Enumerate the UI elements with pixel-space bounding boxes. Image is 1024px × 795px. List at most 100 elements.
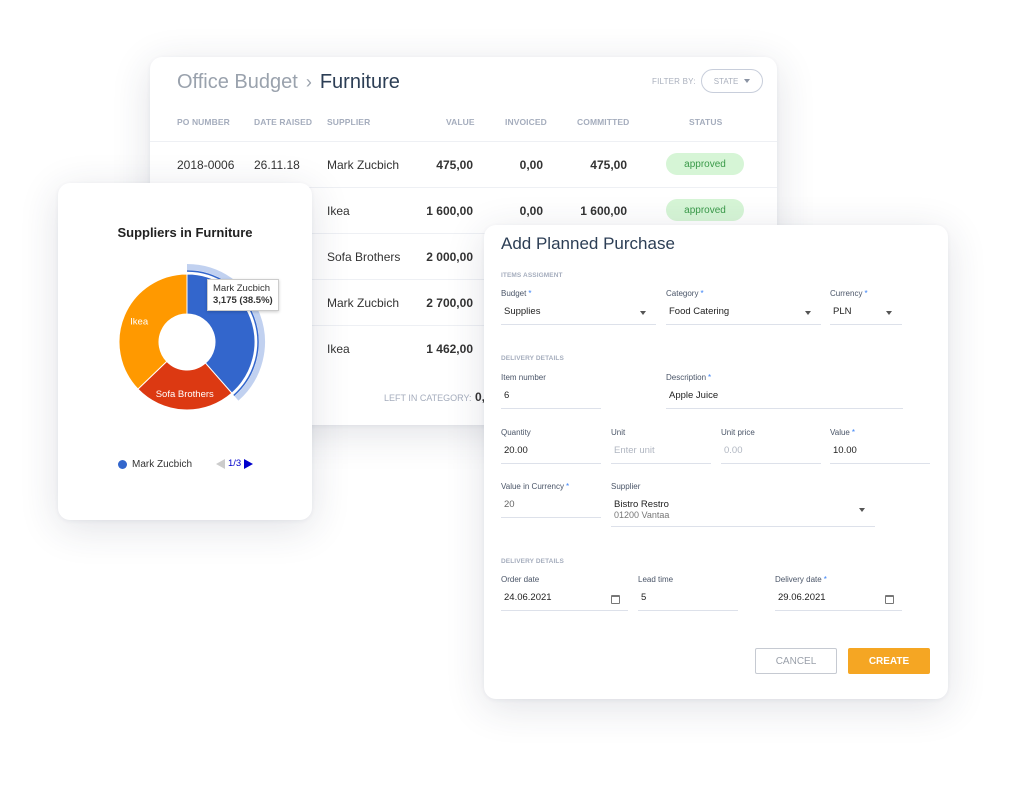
unit-price-placeholder: 0.00 <box>724 445 743 456</box>
supplier-name: Bistro Restro <box>614 499 669 510</box>
status-badge: approved <box>666 153 744 175</box>
suppliers-chart-card: Suppliers in Furniture Sofa Brothers Ikea… <box>58 183 312 520</box>
value-input[interactable]: Value * 10.00 <box>830 428 930 464</box>
calendar-icon[interactable] <box>611 595 620 604</box>
unit-label: Unit <box>611 428 626 437</box>
committed: 475,00 <box>590 158 627 172</box>
supplier-select[interactable]: Supplier Bistro Restro 01200 Vantaa <box>611 482 875 527</box>
delivery-date-label: Delivery date <box>775 575 822 584</box>
column-header-po-number[interactable]: PO NUMBER <box>177 117 230 127</box>
tooltip-value: 3,175 (38.5%) <box>213 295 273 306</box>
column-header-committed[interactable]: COMMITTED <box>577 117 629 127</box>
required-marker: * <box>864 289 868 298</box>
required-marker: * <box>851 428 855 437</box>
category-select[interactable]: Category * Food Catering <box>666 289 821 325</box>
create-button[interactable]: CREATE <box>848 648 930 674</box>
state-filter-value: STATE <box>713 76 739 86</box>
chart-legend[interactable]: Mark Zucbich <box>118 459 192 470</box>
next-page-icon[interactable] <box>244 458 254 469</box>
add-planned-purchase-dialog: Add Planned Purchase ITEMS ASSIGMENT Bud… <box>484 225 948 699</box>
category-value: Food Catering <box>669 306 730 317</box>
currency-select[interactable]: Currency * PLN <box>830 289 902 325</box>
quantity-input[interactable]: Quantity 20.00 <box>501 428 601 464</box>
legend-color-dot <box>118 460 127 469</box>
caret-down-icon <box>859 508 865 512</box>
lead-time-input[interactable]: Lead time 5 <box>638 575 738 611</box>
description-input[interactable]: Description * Apple Juice <box>666 373 903 409</box>
value: 2 000,00 <box>426 250 473 264</box>
supplier-address: 01200 Vantaa <box>614 510 670 520</box>
column-header-date-raised[interactable]: DATE RAISED <box>254 117 312 127</box>
order-date-label: Order date <box>501 575 540 584</box>
caret-down-icon <box>886 311 892 315</box>
column-header-supplier[interactable]: SUPPLIER <box>327 117 370 127</box>
unit-price-label: Unit price <box>721 428 755 437</box>
currency-value: PLN <box>833 306 852 317</box>
invoiced: 0,00 <box>519 204 543 218</box>
unit-input[interactable]: Unit Enter unit <box>611 428 711 464</box>
legend-page-indicator: 1/3 <box>228 458 242 469</box>
delivery-date-input[interactable]: Delivery date * 29.06.2021 <box>775 575 902 611</box>
caret-down-icon <box>640 311 646 315</box>
slice-label-sofa-brothers: Sofa Brothers <box>156 389 214 400</box>
caret-down-icon <box>805 311 811 315</box>
supplier-label: Supplier <box>611 482 641 491</box>
filter-label: FILTER BY: <box>652 77 696 86</box>
required-marker: * <box>708 373 712 382</box>
value: 475,00 <box>436 158 473 172</box>
supplier: Ikea <box>327 342 350 356</box>
previous-page-icon[interactable] <box>216 458 225 469</box>
supplier: Ikea <box>327 204 350 218</box>
invoiced: 0,00 <box>519 158 543 172</box>
order-date-input[interactable]: Order date 24.06.2021 <box>501 575 628 611</box>
cancel-button[interactable]: CANCEL <box>755 648 837 674</box>
quantity-value: 20.00 <box>504 445 528 456</box>
required-marker: * <box>823 575 827 584</box>
value: 1 600,00 <box>426 204 473 218</box>
calendar-icon[interactable] <box>885 595 894 604</box>
budget-select[interactable]: Budget * Supplies <box>501 289 656 325</box>
legend-label: Mark Zucbich <box>132 459 193 470</box>
budget-label: Budget <box>501 289 527 298</box>
required-marker: * <box>566 482 570 491</box>
breadcrumb-current: Furniture <box>319 71 400 93</box>
section-delivery-details: DELIVERY DETAILS <box>501 355 564 362</box>
description-label: Description <box>666 373 707 382</box>
supplier: Mark Zucbich <box>327 296 400 310</box>
section-items-assignment: ITEMS ASSIGMENT <box>501 272 563 279</box>
caret-down-icon <box>744 79 751 83</box>
lead-time-value: 5 <box>641 592 647 603</box>
required-marker: * <box>528 289 532 298</box>
donut-chart: Sofa Brothers Ikea <box>118 264 265 411</box>
slice-label-ikea: Ikea <box>130 317 149 328</box>
supplier: Sofa Brothers <box>327 250 401 264</box>
state-filter-select[interactable]: STATE <box>701 69 763 93</box>
breadcrumb-parent[interactable]: Office Budget <box>177 71 298 94</box>
value: 2 700,00 <box>426 296 473 310</box>
value: 1 462,00 <box>426 342 473 356</box>
column-header-invoiced[interactable]: INVOICED <box>505 117 547 127</box>
dialog-title: Add Planned Purchase <box>501 234 675 253</box>
currency-label: Currency <box>830 289 863 298</box>
committed: 1 600,00 <box>580 204 627 218</box>
required-marker: * <box>700 289 704 298</box>
column-header-status[interactable]: STATUS <box>689 117 722 127</box>
delivery-date-value: 29.06.2021 <box>778 592 826 603</box>
item-number-input[interactable]: Item number 6 <box>501 373 601 409</box>
value-in-currency-value: 20 <box>504 499 515 510</box>
description-value: Apple Juice <box>669 390 719 401</box>
unit-price-input[interactable]: Unit price 0.00 <box>721 428 821 464</box>
column-header-value[interactable]: VALUE <box>446 117 475 127</box>
table-row[interactable]: 2018-0006 26.11.18 Mark Zucbich 475,00 0… <box>150 141 777 187</box>
breadcrumb: Office Budget › Furniture <box>177 71 400 94</box>
left-in-category-label: LEFT IN CATEGORY: <box>384 393 472 403</box>
chevron-right-icon: › <box>305 72 312 92</box>
section-delivery-details-2: DELIVERY DETAILS <box>501 558 564 565</box>
tooltip-name: Mark Zucbich <box>213 283 271 294</box>
date-raised: 26.11.18 <box>254 158 300 172</box>
legend-pager: 1/3 <box>216 458 254 469</box>
value-value: 10.00 <box>833 445 857 456</box>
category-label: Category <box>666 289 699 298</box>
item-number-label: Item number <box>501 373 546 382</box>
value-in-currency-input[interactable]: Value in Currency * 20 <box>501 482 601 518</box>
